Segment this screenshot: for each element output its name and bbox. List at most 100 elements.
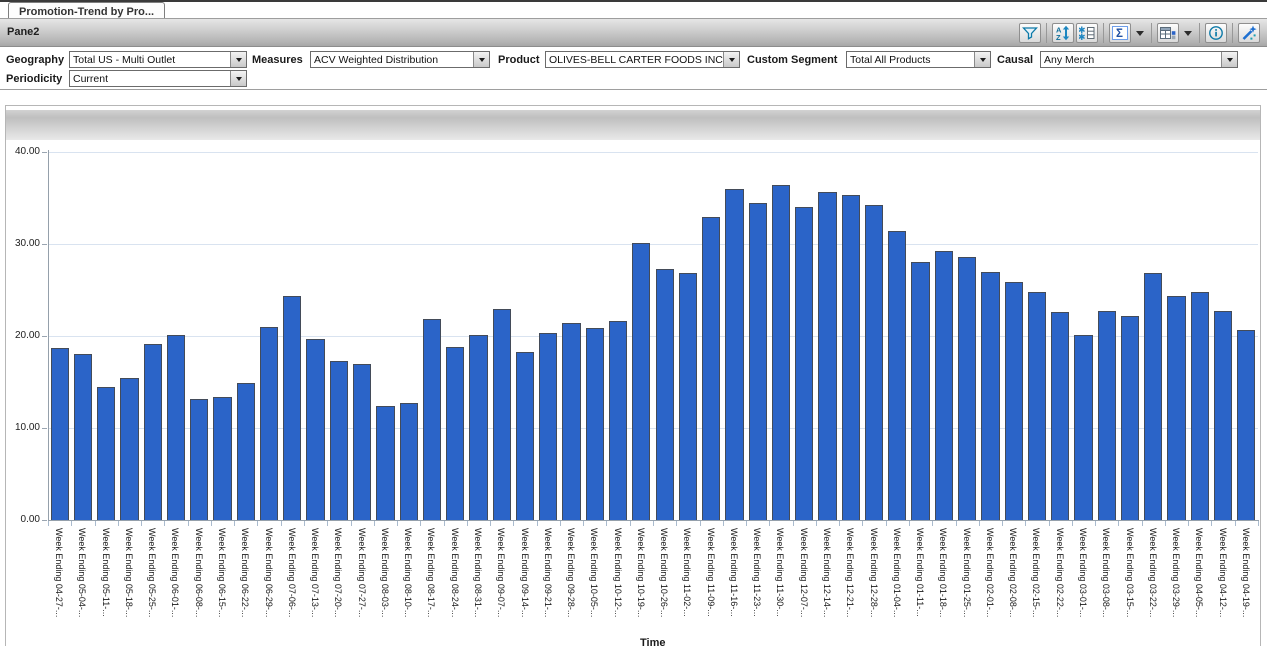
dropdown-arrow-icon[interactable] — [1221, 52, 1237, 67]
bar[interactable] — [283, 296, 301, 520]
bar[interactable] — [97, 387, 115, 520]
x-axis-label: Week Ending 02-01-... — [985, 528, 995, 617]
x-axis-label: Week Ending 07-06-... — [287, 528, 297, 617]
bar[interactable] — [725, 189, 743, 520]
bar[interactable] — [935, 251, 953, 520]
x-axis-label: Week Ending 11-09-... — [706, 528, 716, 617]
bar[interactable] — [1098, 311, 1116, 520]
bar[interactable] — [74, 354, 92, 520]
sigma-dropdown-caret[interactable] — [1133, 23, 1146, 43]
bar[interactable] — [51, 348, 69, 520]
bar[interactable] — [586, 328, 604, 520]
table-layout-dropdown-caret[interactable] — [1181, 23, 1194, 43]
attributes-button[interactable]: ✱ ✱ — [1076, 23, 1098, 43]
x-axis-tick — [95, 521, 96, 526]
dropdown-arrow-icon[interactable] — [473, 52, 489, 67]
bar[interactable] — [911, 262, 929, 520]
geography-select[interactable]: Total US - Multi Outlet — [69, 51, 247, 68]
bar[interactable] — [446, 347, 464, 520]
toolbar-separator — [1046, 23, 1047, 43]
bar[interactable] — [632, 243, 650, 520]
custom-segment-select[interactable]: Total All Products — [846, 51, 991, 68]
x-axis-label: Week Ending 08-10-... — [403, 528, 413, 617]
bar[interactable] — [306, 339, 324, 520]
x-axis-tick — [1025, 521, 1026, 526]
bar[interactable] — [888, 231, 906, 520]
bar[interactable] — [865, 205, 883, 520]
bar[interactable] — [1074, 335, 1092, 520]
x-axis-label: Week Ending 07-13-... — [310, 528, 320, 617]
x-axis-label: Week Ending 01-11-... — [915, 528, 925, 617]
y-axis-tick — [42, 244, 47, 245]
bar[interactable] — [795, 207, 813, 520]
x-axis-label: Week Ending 06-01-... — [170, 528, 180, 617]
x-axis-tick — [1211, 521, 1212, 526]
bar[interactable] — [1121, 316, 1139, 520]
bar[interactable] — [1237, 330, 1255, 520]
bar[interactable] — [213, 397, 231, 520]
info-button[interactable] — [1205, 23, 1227, 43]
bar[interactable] — [1051, 312, 1069, 520]
bar[interactable] — [400, 403, 418, 520]
bar[interactable] — [1028, 292, 1046, 520]
bar[interactable] — [609, 321, 627, 520]
periodicity-value: Current — [70, 73, 230, 85]
table-layout-button[interactable] — [1157, 23, 1179, 43]
bar[interactable] — [1191, 292, 1209, 520]
bar[interactable] — [1005, 282, 1023, 520]
dropdown-arrow-icon[interactable] — [230, 52, 246, 67]
bar[interactable] — [749, 203, 767, 520]
bar[interactable] — [330, 361, 348, 520]
product-select[interactable]: OLIVES-BELL CARTER FOODS INC — [545, 51, 740, 68]
x-axis-tick — [1258, 521, 1259, 526]
bar[interactable] — [260, 327, 278, 520]
sort-button[interactable]: A Z — [1052, 23, 1074, 43]
bar[interactable] — [469, 335, 487, 520]
measures-select[interactable]: ACV Weighted Distribution — [310, 51, 490, 68]
y-axis-label: 0.00 — [5, 514, 40, 525]
bar[interactable] — [1144, 273, 1162, 520]
x-axis-label: Week Ending 12-21-... — [845, 528, 855, 617]
bar[interactable] — [167, 335, 185, 520]
bar[interactable] — [237, 383, 255, 520]
wizard-button[interactable] — [1238, 23, 1260, 43]
bar[interactable] — [679, 273, 697, 520]
bar[interactable] — [958, 257, 976, 520]
bar[interactable] — [190, 399, 208, 520]
causal-select[interactable]: Any Merch — [1040, 51, 1238, 68]
bar[interactable] — [842, 195, 860, 520]
bar[interactable] — [423, 319, 441, 520]
toolbar-separator — [1151, 23, 1152, 43]
bar[interactable] — [1214, 311, 1232, 520]
tab-promotion-trend[interactable]: Promotion-Trend by Pro... — [8, 2, 165, 19]
bar[interactable] — [539, 333, 557, 520]
filter-button[interactable] — [1019, 23, 1041, 43]
bar[interactable] — [493, 309, 511, 520]
x-axis-label: Week Ending 03-15-... — [1125, 528, 1135, 617]
sigma-button[interactable]: Σ — [1109, 23, 1131, 43]
periodicity-select[interactable]: Current — [69, 70, 247, 87]
dropdown-arrow-icon[interactable] — [230, 71, 246, 86]
x-axis-label: Week Ending 04-12-... — [1218, 528, 1228, 617]
causal-label: Causal — [997, 54, 1033, 66]
x-axis-tick — [816, 521, 817, 526]
bar[interactable] — [772, 185, 790, 520]
dropdown-arrow-icon[interactable] — [723, 52, 739, 67]
x-axis-label: Week Ending 08-24-... — [450, 528, 460, 617]
bar[interactable] — [562, 323, 580, 520]
x-axis-tick — [1142, 521, 1143, 526]
bar[interactable] — [353, 364, 371, 520]
bar[interactable] — [656, 269, 674, 520]
bar[interactable] — [1167, 296, 1185, 520]
bar[interactable] — [144, 344, 162, 520]
svg-text:Z: Z — [1056, 33, 1061, 41]
bar[interactable] — [376, 406, 394, 520]
bar[interactable] — [702, 217, 720, 520]
bar[interactable] — [120, 378, 138, 520]
bar[interactable] — [516, 352, 534, 520]
dropdown-arrow-icon[interactable] — [974, 52, 990, 67]
custom-segment-value: Total All Products — [847, 54, 974, 66]
bar[interactable] — [818, 192, 836, 520]
x-axis-label: Week Ending 01-25-... — [962, 528, 972, 617]
bar[interactable] — [981, 272, 999, 520]
